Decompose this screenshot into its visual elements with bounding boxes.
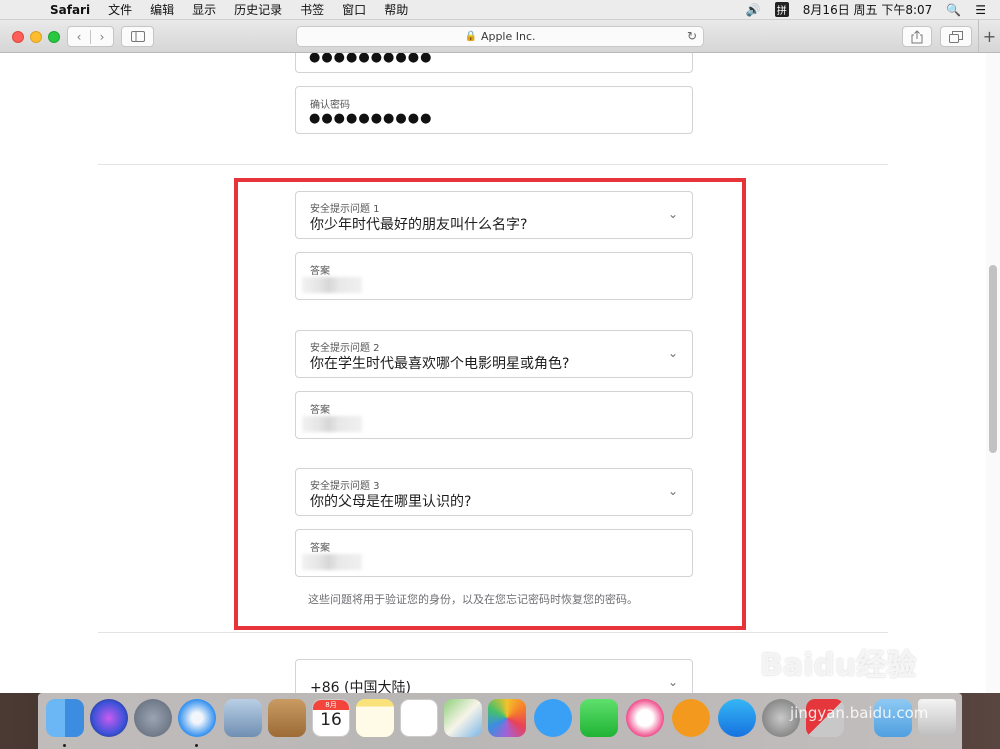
- facetime-icon[interactable]: [580, 699, 618, 737]
- confirm-password-field[interactable]: 确认密码 ●●●●●●●●●●: [295, 86, 693, 134]
- preview-icon[interactable]: [224, 699, 262, 737]
- country-code-value: +86 (中国大陆): [310, 680, 411, 693]
- confirm-password-label: 确认密码: [310, 100, 350, 111]
- annotation-highlight-box: [234, 178, 746, 630]
- navigation-buttons: ‹ ›: [67, 26, 114, 47]
- notification-center-icon[interactable]: ☰: [975, 3, 986, 17]
- menu-bookmarks[interactable]: 书签: [300, 1, 324, 18]
- confirm-password-value: ●●●●●●●●●●: [309, 111, 433, 126]
- menu-app-name[interactable]: Safari: [50, 3, 90, 17]
- share-icon: [911, 29, 923, 43]
- calendar-month: 8月: [313, 700, 349, 710]
- baidu-watermark-url: jingyan.baidu.com: [790, 704, 929, 722]
- minimize-window-button[interactable]: [30, 31, 42, 43]
- chevron-down-icon: ⌄: [667, 675, 678, 689]
- running-indicator: [63, 744, 66, 747]
- input-method-icon[interactable]: 拼: [774, 2, 789, 17]
- tabs-overview-icon: [949, 30, 963, 43]
- browser-toolbar: ‹ › 🔒 Apple Inc. ↻: [0, 20, 1000, 53]
- password-value: ●●●●●●●●●●: [309, 53, 433, 65]
- menu-help[interactable]: 帮助: [384, 1, 408, 18]
- safari-icon[interactable]: [178, 699, 216, 737]
- new-tab-button[interactable]: +: [978, 20, 1000, 53]
- section-divider: [98, 164, 888, 165]
- messages-icon[interactable]: [534, 699, 572, 737]
- scrollbar-thumb[interactable]: [989, 265, 997, 453]
- menu-window[interactable]: 窗口: [342, 1, 366, 18]
- sidebar-icon: [130, 31, 145, 42]
- scrollbar[interactable]: [986, 53, 1000, 693]
- running-indicator: [195, 744, 198, 747]
- launchpad-icon[interactable]: [134, 699, 172, 737]
- share-button[interactable]: [902, 26, 932, 47]
- back-arrow-icon[interactable]: ‹: [68, 29, 91, 44]
- forward-arrow-icon[interactable]: ›: [91, 30, 113, 44]
- books-icon[interactable]: [672, 699, 710, 737]
- maps-icon[interactable]: [444, 699, 482, 737]
- menu-edit[interactable]: 编辑: [150, 1, 174, 18]
- music-icon[interactable]: [626, 699, 664, 737]
- sidebar-toggle-button[interactable]: [121, 26, 154, 47]
- menu-view[interactable]: 显示: [192, 1, 216, 18]
- app-store-icon[interactable]: [718, 699, 756, 737]
- country-code-select[interactable]: +86 (中国大陆) ⌄: [295, 659, 693, 693]
- menu-history[interactable]: 历史记录: [234, 1, 282, 18]
- fullscreen-window-button[interactable]: [48, 31, 60, 43]
- menu-file[interactable]: 文件: [108, 1, 132, 18]
- volume-icon[interactable]: 🔊: [746, 3, 761, 17]
- photos-icon[interactable]: [488, 699, 526, 737]
- reload-icon[interactable]: ↻: [687, 29, 697, 43]
- password-field[interactable]: ●●●●●●●●●●: [295, 53, 693, 73]
- address-text: Apple Inc.: [480, 30, 536, 43]
- calendar-icon[interactable]: 8月 16: [312, 699, 350, 737]
- close-window-button[interactable]: [12, 31, 24, 43]
- baidu-watermark-logo: Baidu经验: [760, 648, 917, 683]
- lock-icon: 🔒: [464, 31, 477, 42]
- spotlight-search-icon[interactable]: 🔍: [946, 3, 961, 17]
- web-page: ●●●●●●●●●● 确认密码 ●●●●●●●●●● 安全提示问题 1 你少年时…: [0, 53, 1000, 693]
- siri-icon[interactable]: [90, 699, 128, 737]
- menu-bar: Safari 文件 编辑 显示 历史记录 书签 窗口 帮助 🔊 拼 8月16日 …: [0, 0, 1000, 20]
- notes-icon[interactable]: [356, 699, 394, 737]
- calendar-day: 16: [320, 710, 342, 730]
- clock[interactable]: 8月16日 周五 下午8:07: [803, 1, 932, 18]
- reminders-icon[interactable]: [400, 699, 438, 737]
- contacts-icon[interactable]: [268, 699, 306, 737]
- section-divider: [98, 632, 888, 633]
- address-bar[interactable]: 🔒 Apple Inc. ↻: [296, 26, 704, 47]
- status-area: 🔊 拼 8月16日 周五 下午8:07 🔍 ☰: [746, 1, 986, 18]
- show-tabs-button[interactable]: [940, 26, 972, 47]
- finder-icon[interactable]: [46, 699, 84, 737]
